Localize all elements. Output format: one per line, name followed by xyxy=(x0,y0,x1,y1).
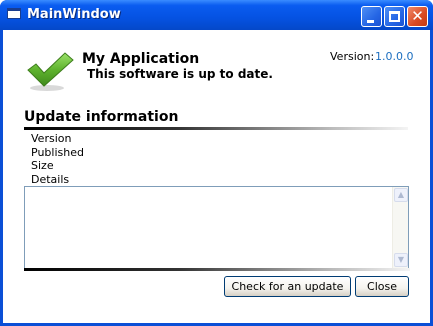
window-title: MainWindow xyxy=(27,7,121,22)
bottom-divider xyxy=(24,268,410,271)
check-for-update-button[interactable]: Check for an update xyxy=(224,276,351,297)
title-bar[interactable]: MainWindow ✕ xyxy=(0,0,433,30)
info-label-version: Version xyxy=(31,132,72,145)
info-label-details: Details xyxy=(31,172,70,186)
update-info-labels: Version Published Size Details xyxy=(31,132,84,186)
version-value: 1.0.0.0 xyxy=(375,50,414,63)
window-client-area: My Application This software is up to da… xyxy=(3,30,430,323)
window-app-icon xyxy=(7,8,21,19)
info-label-published: Published xyxy=(31,145,84,159)
info-label-size: Size xyxy=(31,159,54,172)
close-window-button[interactable]: ✕ xyxy=(407,6,428,27)
scroll-down-icon[interactable]: ▼ xyxy=(394,253,408,267)
details-scrollbar[interactable]: ▲ ▼ xyxy=(392,187,408,268)
version-label: Version: xyxy=(330,50,375,63)
close-icon: ✕ xyxy=(411,7,424,25)
main-window: MainWindow ✕ My Application This softwar… xyxy=(0,0,433,326)
details-textbox[interactable]: ▲ ▼ xyxy=(24,186,409,269)
maximize-icon xyxy=(389,11,400,22)
checkmark-icon xyxy=(27,52,74,91)
update-status-text: This software is up to date. xyxy=(87,67,273,81)
minimize-button[interactable] xyxy=(361,6,382,27)
section-divider xyxy=(24,127,408,130)
close-button[interactable]: Close xyxy=(355,276,409,297)
scroll-up-icon[interactable]: ▲ xyxy=(394,188,408,202)
app-name: My Application xyxy=(82,51,200,67)
maximize-button[interactable] xyxy=(384,6,405,27)
minimize-icon xyxy=(367,20,374,23)
update-information-heading: Update information xyxy=(24,109,179,125)
